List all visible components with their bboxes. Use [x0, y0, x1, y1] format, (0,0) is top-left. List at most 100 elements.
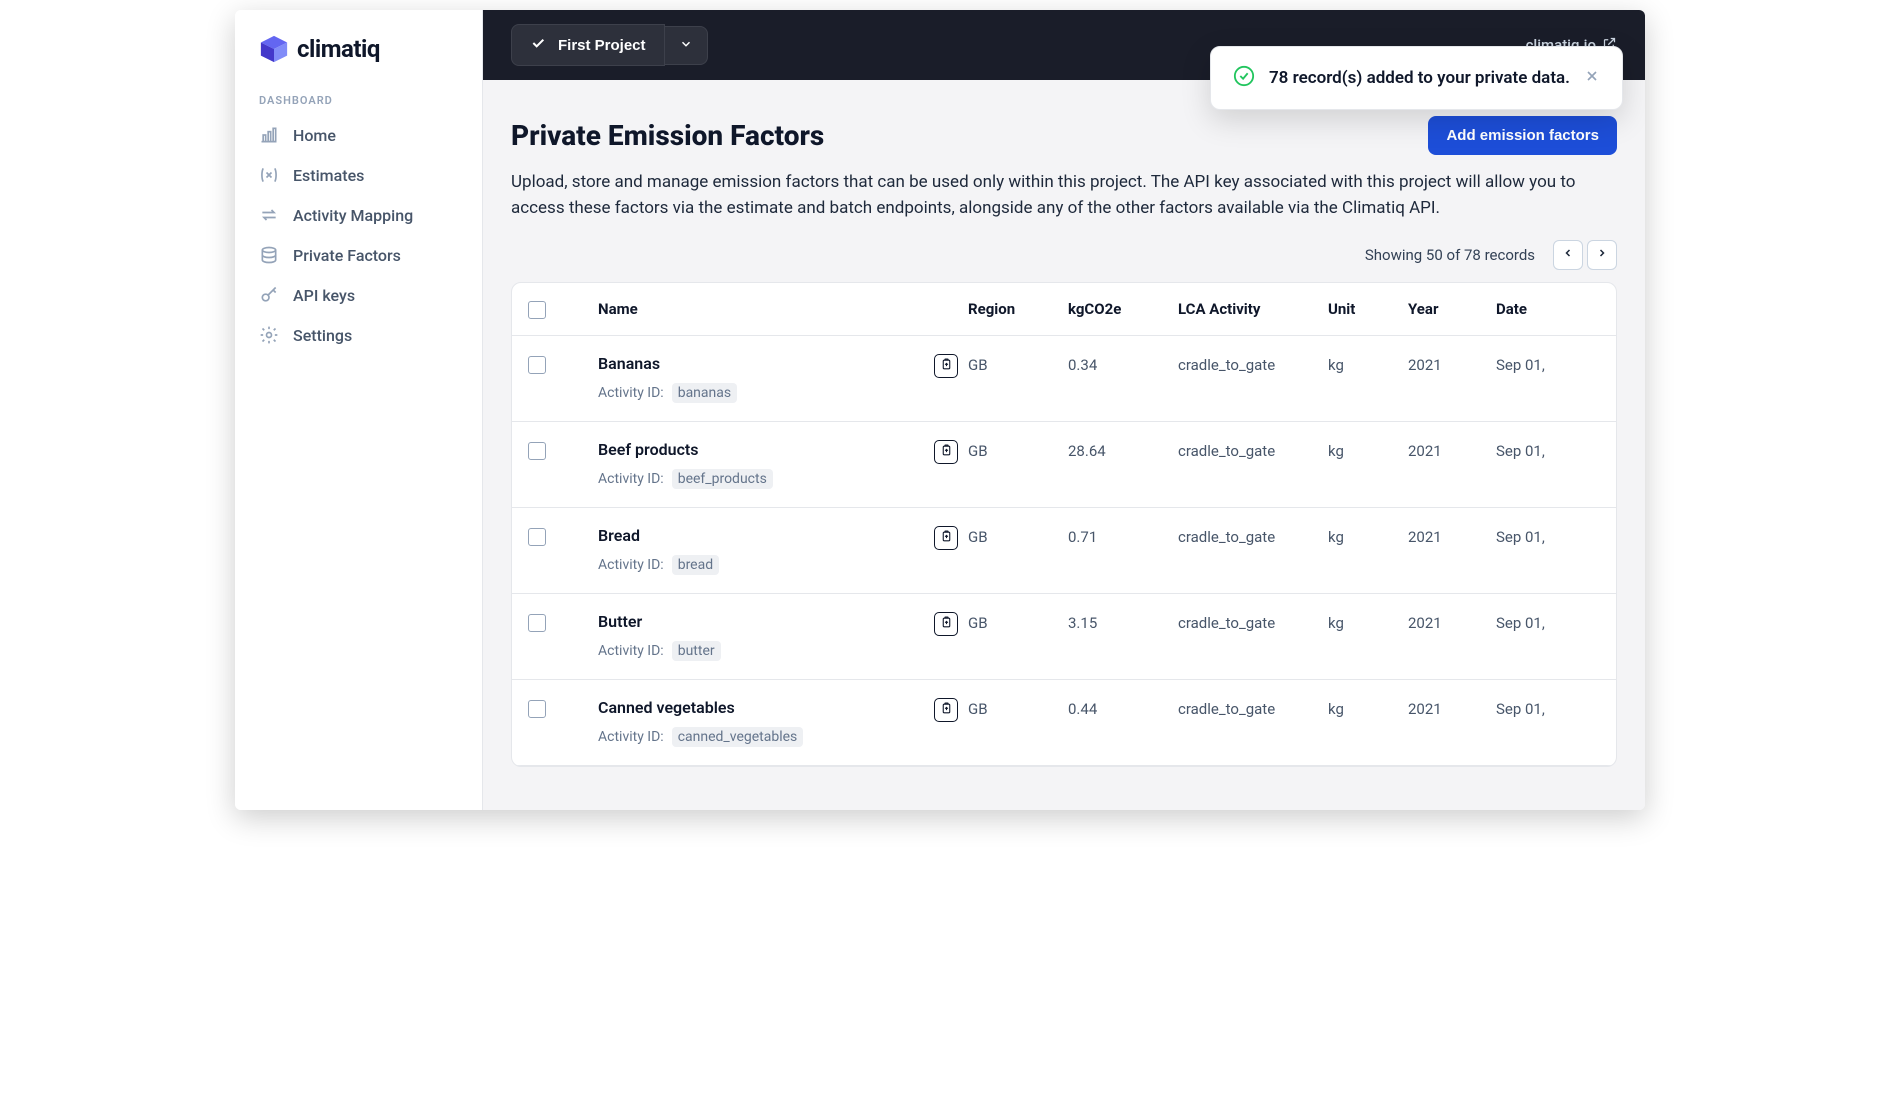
row-date: Sep 01,: [1496, 354, 1616, 374]
row-year: 2021: [1408, 698, 1496, 718]
project-name: First Project: [558, 37, 646, 54]
row-unit: kg: [1328, 440, 1408, 460]
clipboard-icon: [940, 616, 953, 632]
col-name: Name: [598, 300, 968, 318]
row-region: GB: [968, 440, 1068, 460]
brand-logo[interactable]: climatiq: [235, 30, 482, 82]
row-region: GB: [968, 526, 1068, 546]
activity-id-label: Activity ID:: [598, 643, 664, 659]
row-date: Sep 01,: [1496, 612, 1616, 632]
row-date: Sep 01,: [1496, 440, 1616, 460]
activity-id-label: Activity ID:: [598, 557, 664, 573]
row-year: 2021: [1408, 354, 1496, 374]
row-unit: kg: [1328, 526, 1408, 546]
activity-id-label: Activity ID:: [598, 385, 664, 401]
toast-message: 78 record(s) added to your private data.: [1269, 68, 1570, 88]
row-kgco2e: 3.15: [1068, 612, 1178, 632]
activity-id-label: Activity ID:: [598, 471, 664, 487]
page-title: Private Emission Factors: [511, 119, 824, 152]
row-name: Butter: [598, 612, 721, 631]
row-lca: cradle_to_gate: [1178, 612, 1328, 632]
row-name: Bananas: [598, 354, 737, 373]
col-region: Region: [968, 300, 1068, 318]
page-description: Upload, store and manage emission factor…: [511, 169, 1611, 222]
activity-id-value: bread: [672, 555, 719, 575]
row-checkbox[interactable]: [528, 442, 546, 460]
activity-id-value: butter: [672, 641, 721, 661]
row-checkbox[interactable]: [528, 528, 546, 546]
gear-icon: [259, 325, 279, 345]
copy-button[interactable]: [934, 612, 958, 636]
table-row: Beef products Activity ID: beef_products…: [512, 422, 1616, 508]
col-kgco2e: kgCO2e: [1068, 300, 1178, 318]
add-emission-factors-button[interactable]: Add emission factors: [1428, 116, 1617, 155]
sidebar: climatiq DASHBOARD Home Estimates Activi…: [235, 10, 483, 810]
brand-name: climatiq: [297, 35, 380, 63]
row-unit: kg: [1328, 354, 1408, 374]
check-icon: [530, 35, 546, 55]
row-unit: kg: [1328, 612, 1408, 632]
bar-chart-icon: [259, 125, 279, 145]
row-checkbox[interactable]: [528, 700, 546, 718]
row-year: 2021: [1408, 440, 1496, 460]
logo-cube-icon: [259, 34, 289, 64]
chevron-down-icon: [679, 37, 693, 54]
row-kgco2e: 28.64: [1068, 440, 1178, 460]
sidebar-item-settings[interactable]: Settings: [235, 315, 482, 355]
success-toast: 78 record(s) added to your private data.: [1210, 46, 1623, 110]
project-button[interactable]: First Project: [511, 24, 665, 66]
sidebar-item-label: Private Factors: [293, 246, 401, 265]
copy-button[interactable]: [934, 698, 958, 722]
col-unit: Unit: [1328, 300, 1408, 318]
col-lca: LCA Activity: [1178, 300, 1328, 318]
table-row: Bread Activity ID: bread GB 0.71 cradle_…: [512, 508, 1616, 594]
sidebar-item-label: Settings: [293, 326, 352, 345]
row-year: 2021: [1408, 612, 1496, 632]
record-count-label: Showing 50 of 78 records: [1365, 246, 1535, 264]
toast-close-button[interactable]: [1584, 68, 1600, 88]
project-dropdown-toggle[interactable]: [665, 26, 708, 65]
project-select: First Project: [511, 24, 708, 66]
row-unit: kg: [1328, 698, 1408, 718]
row-year: 2021: [1408, 526, 1496, 546]
sidebar-item-label: Activity Mapping: [293, 206, 413, 225]
sidebar-item-home[interactable]: Home: [235, 115, 482, 155]
col-year: Year: [1408, 300, 1496, 318]
table-header: Name Region kgCO2e LCA Activity Unit Yea…: [512, 283, 1616, 336]
copy-button[interactable]: [934, 354, 958, 378]
table-row: Butter Activity ID: butter GB 3.15 cradl…: [512, 594, 1616, 680]
sidebar-item-activity-mapping[interactable]: Activity Mapping: [235, 195, 482, 235]
pager-prev-button[interactable]: [1553, 240, 1583, 270]
row-name: Canned vegetables: [598, 698, 803, 717]
sidebar-item-label: Home: [293, 126, 336, 145]
sidebar-item-label: Estimates: [293, 166, 364, 185]
row-lca: cradle_to_gate: [1178, 526, 1328, 546]
clipboard-icon: [940, 358, 953, 374]
factors-table: Name Region kgCO2e LCA Activity Unit Yea…: [511, 282, 1617, 767]
sidebar-item-estimates[interactable]: Estimates: [235, 155, 482, 195]
table-row: Canned vegetables Activity ID: canned_ve…: [512, 680, 1616, 766]
table-row: Bananas Activity ID: bananas GB 0.34 cra…: [512, 336, 1616, 422]
row-date: Sep 01,: [1496, 698, 1616, 718]
sidebar-item-api-keys[interactable]: API keys: [235, 275, 482, 315]
row-region: GB: [968, 354, 1068, 374]
row-name: Bread: [598, 526, 719, 545]
pager-next-button[interactable]: [1587, 240, 1617, 270]
copy-button[interactable]: [934, 440, 958, 464]
row-kgco2e: 0.44: [1068, 698, 1178, 718]
row-lca: cradle_to_gate: [1178, 354, 1328, 374]
select-all-checkbox[interactable]: [528, 301, 546, 319]
row-checkbox[interactable]: [528, 614, 546, 632]
copy-button[interactable]: [934, 526, 958, 550]
sidebar-item-label: API keys: [293, 286, 355, 305]
row-name: Beef products: [598, 440, 773, 459]
close-icon: [1584, 69, 1600, 88]
chevron-right-icon: [1596, 247, 1608, 262]
clipboard-icon: [940, 702, 953, 718]
sidebar-item-private-factors[interactable]: Private Factors: [235, 235, 482, 275]
row-checkbox[interactable]: [528, 356, 546, 374]
row-kgco2e: 0.71: [1068, 526, 1178, 546]
swap-icon: [259, 205, 279, 225]
row-lca: cradle_to_gate: [1178, 440, 1328, 460]
key-icon: [259, 285, 279, 305]
